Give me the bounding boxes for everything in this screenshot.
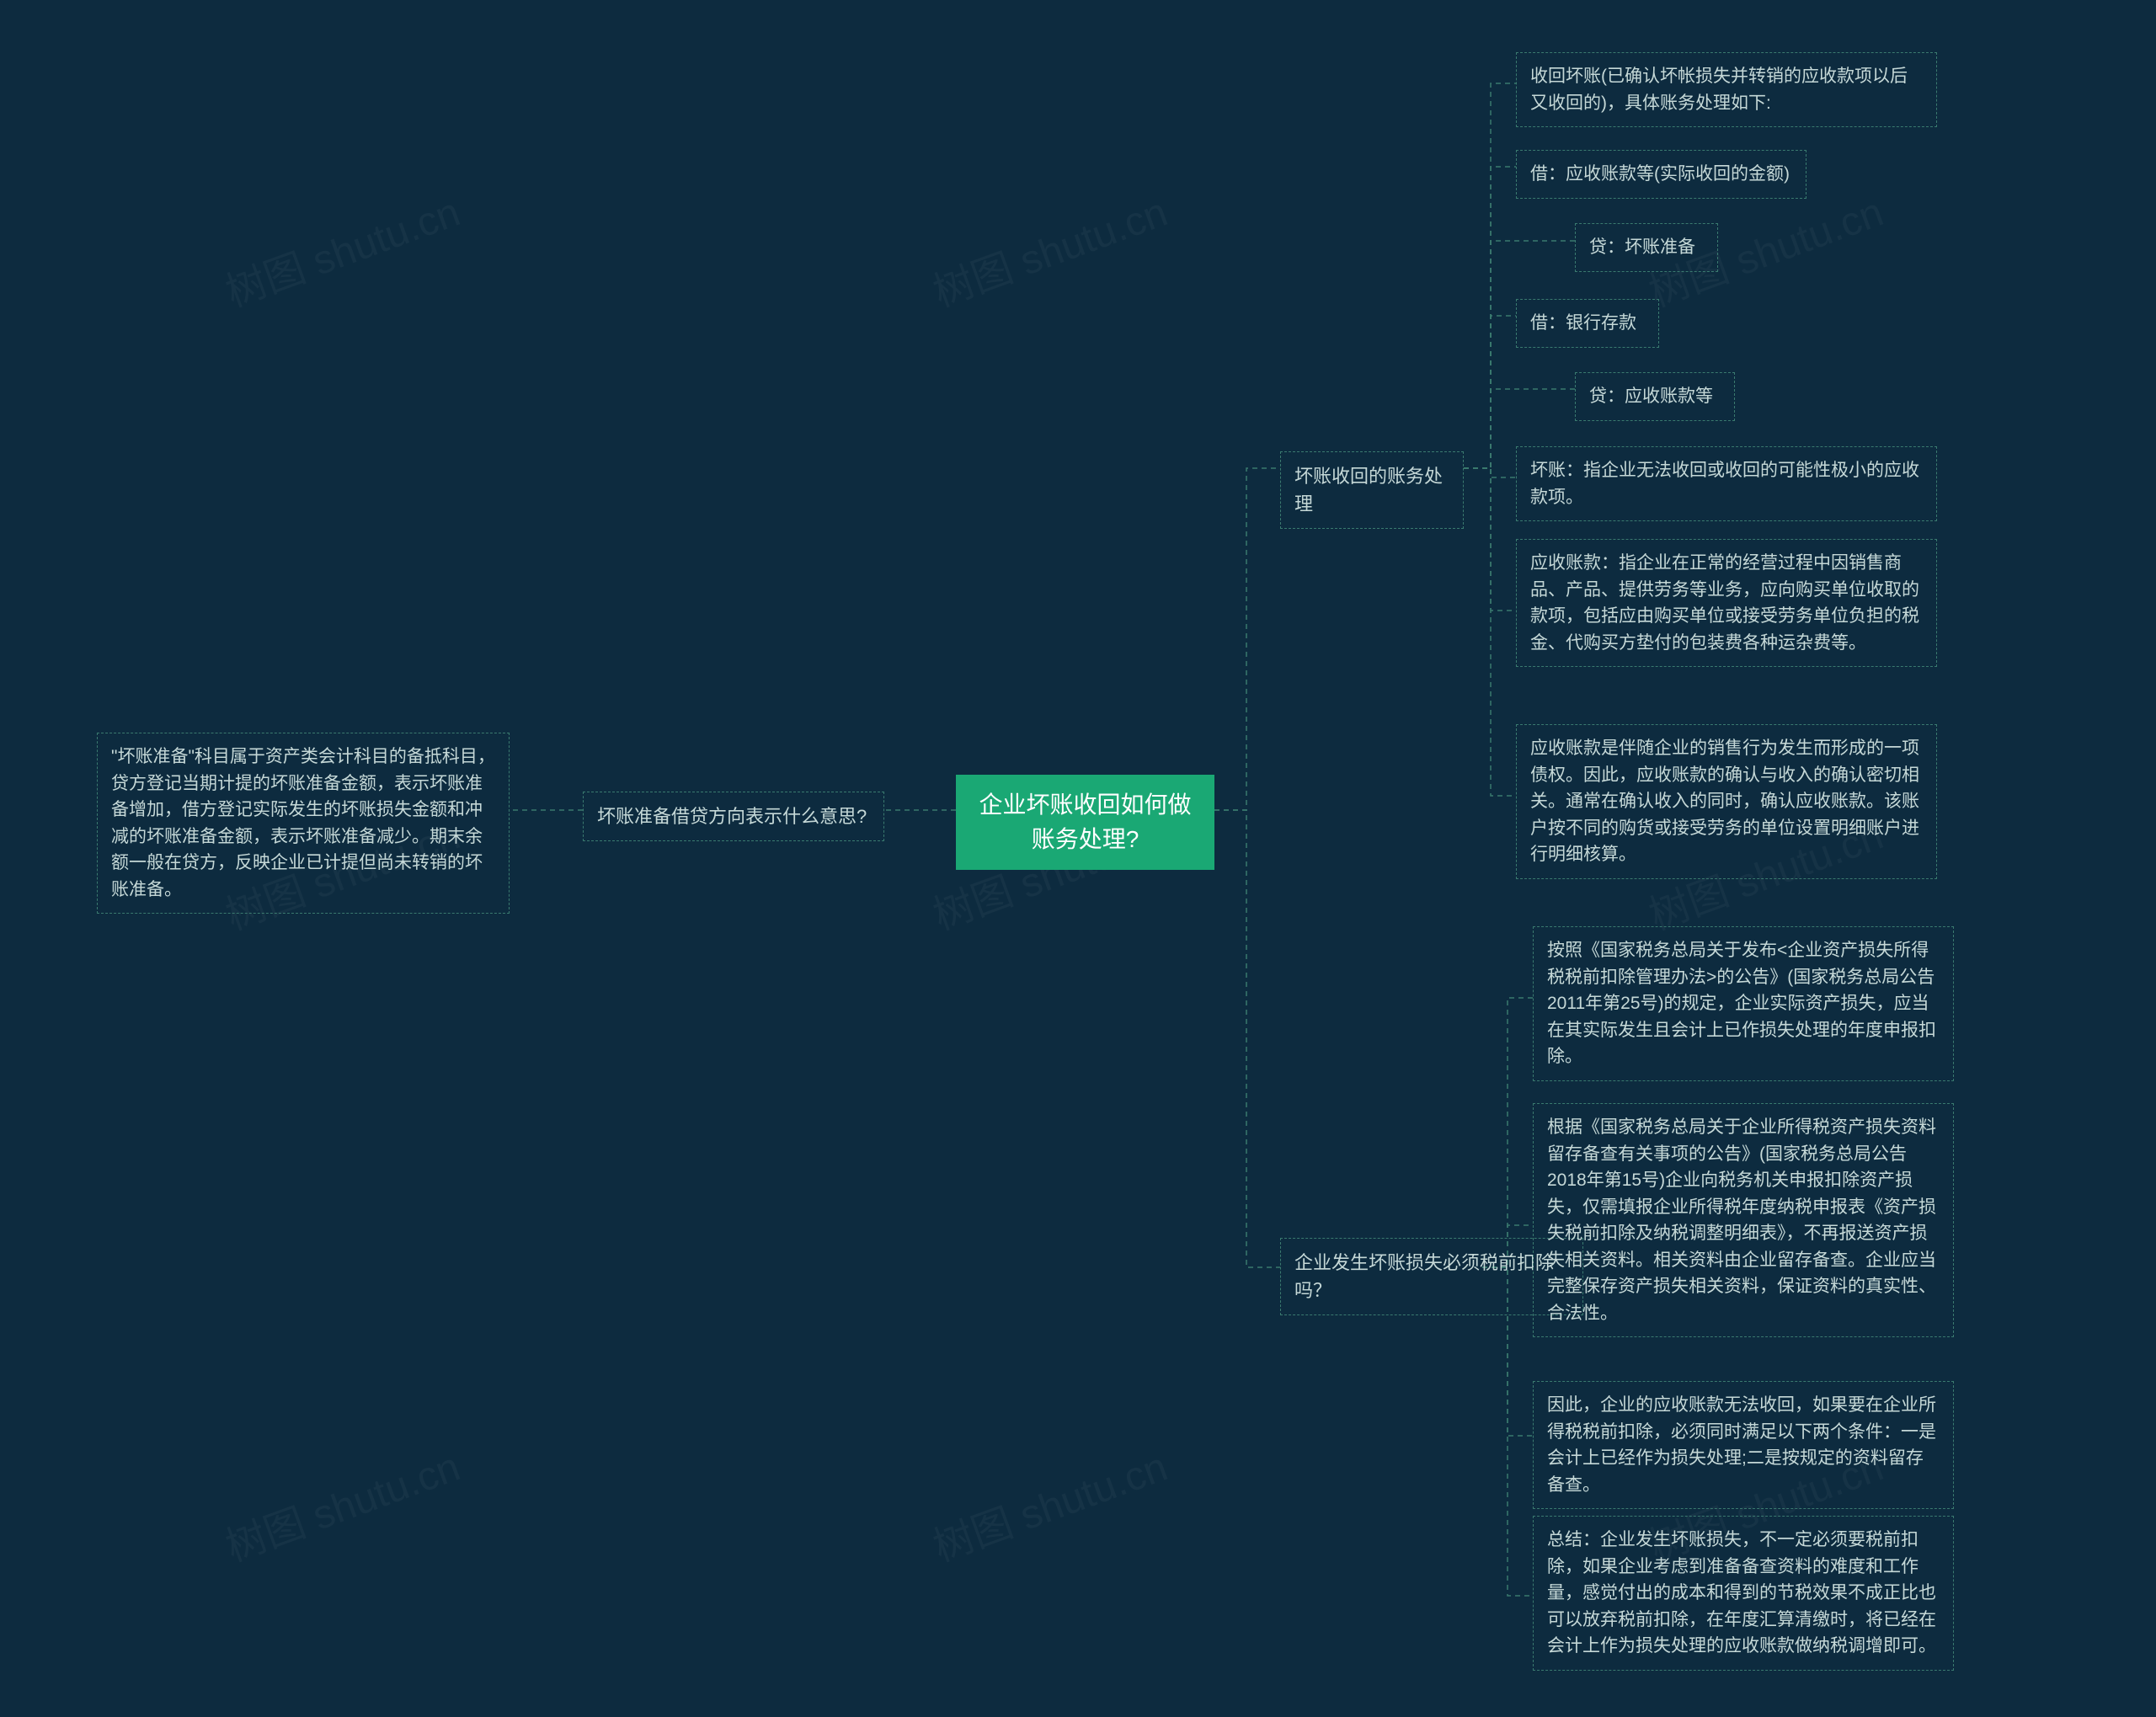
watermark: 树图 shutu.cn: [924, 179, 1174, 317]
branch1-item-4: 贷：应收账款等: [1575, 372, 1735, 421]
branch1-item-1: 借：应收账款等(实际收回的金额): [1516, 150, 1806, 199]
branch2-item-1: 根据《国家税务总局关于企业所得税资产损失资料留存备查有关事项的公告》(国家税务总…: [1533, 1103, 1954, 1337]
left-branch: 坏账准备借贷方向表示什么意思?: [583, 792, 884, 841]
branch1-item-7: 应收账款是伴随企业的销售行为发生而形成的一项债权。因此，应收账款的确认与收入的确…: [1516, 724, 1937, 879]
branch2-item-2: 因此，企业的应收账款无法收回，如果要在企业所得税税前扣除，必须同时满足以下两个条…: [1533, 1381, 1954, 1509]
branch2-item-0: 按照《国家税务总局关于发布<企业资产损失所得税税前扣除管理办法>的公告》(国家税…: [1533, 926, 1954, 1081]
right-branch-1: 坏账收回的账务处理: [1280, 451, 1464, 529]
branch1-item-0: 收回坏账(已确认坏帐损失并转销的应收款项以后又收回的)，具体账务处理如下:: [1516, 52, 1937, 127]
watermark: 树图 shutu.cn: [924, 1433, 1174, 1572]
branch1-item-5: 坏账：指企业无法收回或收回的可能性极小的应收款项。: [1516, 446, 1937, 521]
watermark: 树图 shutu.cn: [216, 179, 467, 317]
watermark: 树图 shutu.cn: [216, 1433, 467, 1572]
branch2-item-3: 总结：企业发生坏账损失，不一定必须要税前扣除，如果企业考虑到准备备查资料的难度和…: [1533, 1516, 1954, 1671]
branch1-item-6: 应收账款：指企业在正常的经营过程中因销售商品、产品、提供劳务等业务，应向购买单位…: [1516, 539, 1937, 667]
left-leaf: "坏账准备"科目属于资产类会计科目的备抵科目，贷方登记当期计提的坏账准备金额，表…: [97, 733, 510, 914]
root-node: 企业坏账收回如何做账务处理?: [956, 775, 1214, 870]
branch1-item-2: 贷：坏账准备: [1575, 223, 1718, 272]
branch1-item-3: 借：银行存款: [1516, 299, 1659, 348]
